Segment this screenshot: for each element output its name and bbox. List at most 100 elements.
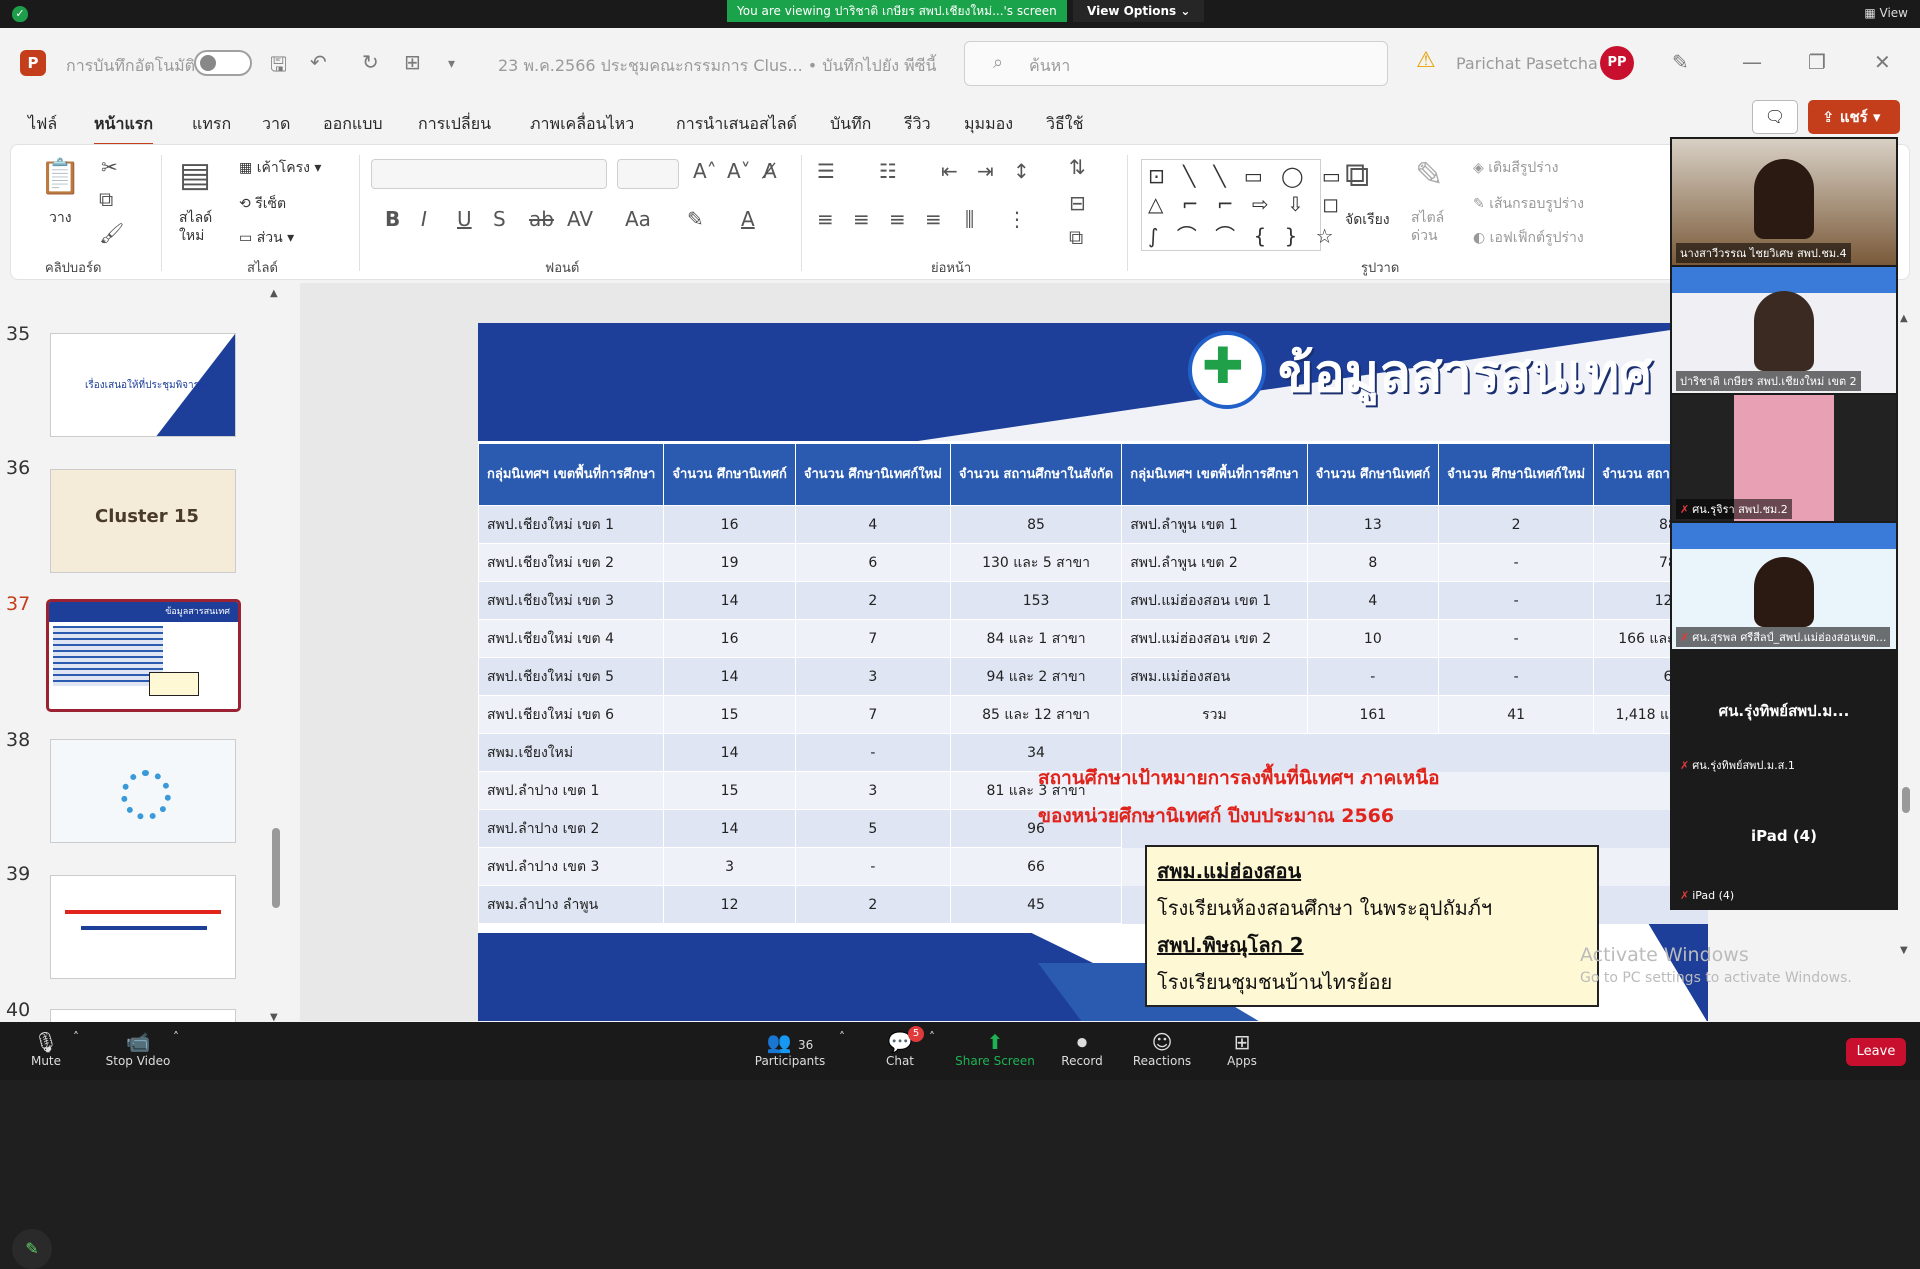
security-shield-icon[interactable]: ✓	[12, 6, 28, 22]
reset-button[interactable]: ⟲ รีเซ็ต	[239, 193, 286, 215]
participants-button[interactable]: 👥 36 Participants	[750, 1030, 830, 1068]
tab-transitions[interactable]: การเปลี่ยน	[418, 112, 491, 137]
view-options-button[interactable]: View Options ⌄	[1073, 0, 1205, 22]
save-icon[interactable]: 🖫	[270, 50, 287, 84]
undo-icon[interactable]: ↶	[310, 50, 327, 74]
customize-qat-icon[interactable]: ▾	[448, 56, 455, 72]
canvas-scrollbar[interactable]: ▲ ▼	[1900, 313, 1912, 1013]
video-tile[interactable]: ✗ ศน.สุรพล ศรีสีลป์_สพป.แม่ฮ่องสอนเขต...	[1672, 523, 1896, 649]
scrollbar-thumb[interactable]	[1902, 787, 1910, 813]
slide[interactable]: ข้อมูลสารสนเทศ กลุ่มนิเทศฯ เขตพื้นที่การ…	[478, 323, 1708, 1021]
align-text-icon[interactable]: ⋮	[1007, 207, 1027, 231]
video-tile[interactable]: ✗ ศน.รุจิรา สพป.ชม.2	[1672, 395, 1896, 521]
reactions-button[interactable]: ☺ Reactions	[1122, 1030, 1202, 1068]
highlight-icon[interactable]: ✎	[687, 207, 704, 231]
arrange-icon[interactable]: ⧉	[1345, 155, 1369, 195]
align-center-icon[interactable]: ≡	[853, 207, 870, 231]
share-button[interactable]: ⇪ แชร์ ▾	[1808, 100, 1900, 134]
thumbnail-scrollbar[interactable]: ▲ ▼	[270, 288, 282, 1028]
audio-options-chevron-icon[interactable]: ˄	[66, 1030, 86, 1044]
slide-thumbnail[interactable]	[50, 875, 236, 979]
align-right-icon[interactable]: ≡	[889, 207, 906, 231]
tab-insert[interactable]: แทรก	[192, 112, 231, 137]
copy-icon[interactable]: ⧉	[99, 187, 113, 211]
warning-icon[interactable]: ⚠	[1416, 48, 1436, 73]
record-button[interactable]: ⏺ Record	[1042, 1030, 1122, 1068]
shape-outline-button[interactable]: ✎ เส้นกรอบรูปร่าง	[1473, 193, 1584, 215]
section-button[interactable]: ▭ ส่วน ▾	[239, 227, 294, 249]
tab-animations[interactable]: ภาพเคลื่อนไหว	[530, 112, 634, 137]
justify-icon[interactable]: ≡	[925, 207, 942, 231]
quick-styles-label[interactable]: สไตล์ด่วน	[1411, 209, 1451, 245]
annotate-pencil-icon[interactable]: ✎	[12, 1229, 52, 1269]
present-icon[interactable]: ⊞	[404, 50, 421, 74]
shape-fill-button[interactable]: ◈ เติมสีรูปร่าง	[1473, 157, 1559, 179]
align-vertical-icon[interactable]: ⊟	[1069, 191, 1086, 215]
scrollbar-thumb[interactable]	[272, 828, 280, 908]
clear-format-icon[interactable]: A̸	[763, 159, 777, 183]
font-size-select[interactable]	[617, 159, 679, 189]
scroll-up-icon[interactable]: ▲	[1900, 313, 1908, 324]
tab-home[interactable]: หน้าแรก	[94, 112, 154, 146]
new-slide-label[interactable]: สไลด์ใหม่	[179, 209, 219, 245]
tab-slideshow[interactable]: การนำเสนอสไลด์	[676, 112, 797, 137]
tab-view[interactable]: มุมมอง	[964, 112, 1013, 137]
tab-help[interactable]: วิธีใช้	[1046, 112, 1083, 137]
line-spacing-icon[interactable]: ↕	[1013, 159, 1030, 183]
tab-design[interactable]: ออกแบบ	[323, 112, 383, 137]
layout-button[interactable]: ▦ เค้าโครง ▾	[239, 157, 321, 179]
tab-file[interactable]: ไฟล์	[28, 112, 57, 137]
scroll-down-icon[interactable]: ▼	[1900, 945, 1908, 956]
format-painter-icon[interactable]: 🖌	[99, 221, 124, 245]
restore-icon[interactable]: ❐	[1808, 50, 1826, 74]
font-color-icon[interactable]: A	[741, 207, 755, 231]
video-tile[interactable]: ปาริชาติ เกษียร สพป.เชียงใหม่ เขต 2	[1672, 267, 1896, 393]
slide-thumbnail[interactable]	[50, 739, 236, 843]
paste-icon[interactable]: 📋	[39, 157, 81, 197]
italic-icon[interactable]: I	[421, 207, 427, 231]
columns-icon[interactable]: ⫼	[965, 207, 974, 231]
autosave-toggle[interactable]	[194, 50, 252, 76]
redo-icon[interactable]: ↻	[362, 50, 379, 74]
participants-chevron-icon[interactable]: ˄	[832, 1030, 852, 1044]
tab-record[interactable]: บันทึก	[830, 112, 871, 137]
video-options-chevron-icon[interactable]: ˄	[166, 1030, 186, 1044]
scroll-up-icon[interactable]: ▲	[270, 288, 278, 299]
smartart-icon[interactable]: ⧉	[1069, 225, 1083, 249]
tab-review[interactable]: รีวิว	[904, 112, 931, 137]
shape-effects-button[interactable]: ◐ เอฟเฟ็กต์รูปร่าง	[1473, 227, 1584, 249]
cut-icon[interactable]: ✂	[101, 155, 118, 179]
slide-thumbnail[interactable]: เรื่องเสนอให้ที่ประชุมพิจารณา	[50, 333, 236, 437]
paste-label[interactable]: วาง	[49, 207, 72, 229]
apps-button[interactable]: ⊞ Apps	[1202, 1030, 1282, 1068]
text-direction-icon[interactable]: ⇅	[1069, 155, 1086, 179]
slide-thumbnail-selected[interactable]: ข้อมูลสารสนเทศ	[46, 599, 241, 712]
change-case-icon[interactable]: Aa	[625, 207, 651, 231]
align-left-icon[interactable]: ≡	[817, 207, 834, 231]
grow-font-icon[interactable]: A˄	[693, 159, 717, 183]
font-name-select[interactable]	[371, 159, 607, 189]
new-slide-icon[interactable]: ▤	[179, 155, 211, 195]
arrange-label[interactable]: จัดเรียง	[1345, 209, 1390, 231]
video-tile[interactable]: ศน.รุ่งทิพย์สพป.ม... ✗ ศน.รุ่งทิพย์สพป.ม.…	[1672, 651, 1896, 777]
search-box[interactable]: ⌕ ค้นหา	[964, 41, 1388, 86]
underline-icon[interactable]: U	[457, 207, 472, 231]
shapes-gallery[interactable]: ⊡ ╲ ╲ ▭ ◯ ▭ △ ⌐ ⌐ ⇨ ⇩ ◻ ∫ ⌒ ⌒ { } ☆	[1141, 159, 1341, 251]
increase-indent-icon[interactable]: ⇥	[977, 159, 994, 183]
video-tile[interactable]: iPad (4) ✗ iPad (4)	[1672, 779, 1896, 905]
bullets-icon[interactable]: ☰	[817, 159, 835, 183]
view-button[interactable]: ▦ View	[1864, 6, 1908, 20]
comments-button[interactable]: 🗨	[1752, 100, 1798, 134]
video-tile[interactable]: นางสาวีวรรณ ไชยวิเศษ สพป.ชม.4	[1672, 139, 1896, 265]
slide-thumbnail[interactable]: Cluster 15	[50, 469, 236, 573]
shrink-font-icon[interactable]: A˅	[727, 159, 751, 183]
leave-button[interactable]: Leave	[1846, 1038, 1906, 1066]
chat-chevron-icon[interactable]: ˄	[922, 1030, 942, 1044]
quick-styles-icon[interactable]: ✎	[1415, 155, 1444, 195]
pen-icon[interactable]: ✎	[1672, 50, 1689, 74]
char-spacing-icon[interactable]: AV	[567, 207, 593, 231]
close-icon[interactable]: ✕	[1874, 50, 1891, 74]
bold-icon[interactable]: B	[385, 207, 400, 231]
strikethrough-icon[interactable]: ab	[529, 207, 554, 231]
minimize-icon[interactable]: —	[1742, 50, 1762, 74]
